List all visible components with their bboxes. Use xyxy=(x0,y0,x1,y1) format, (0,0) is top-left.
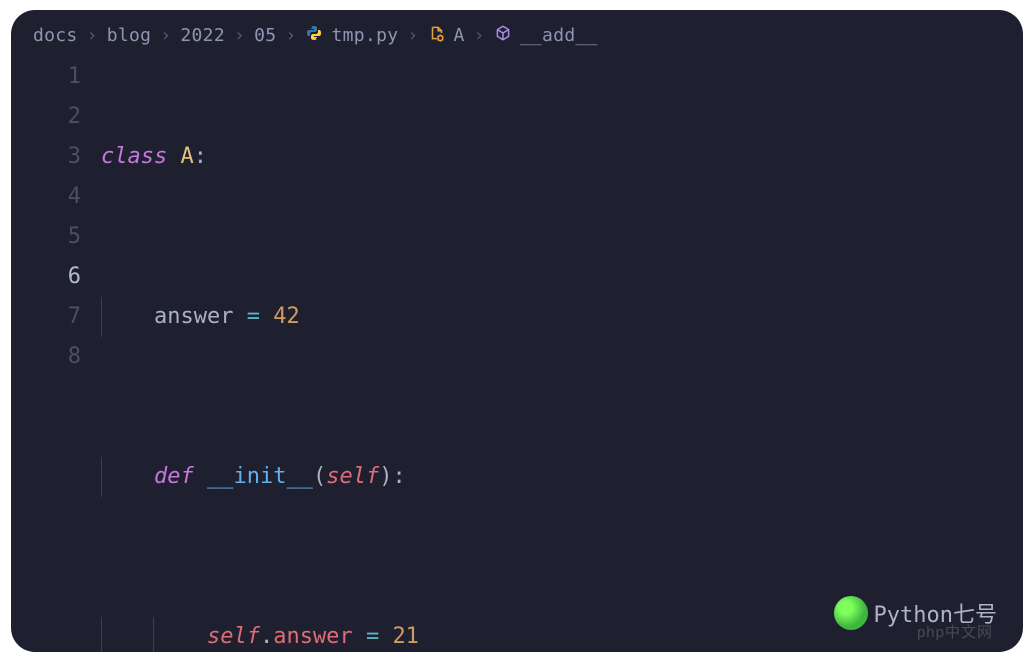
chevron-right-icon: › xyxy=(407,25,418,46)
code-content[interactable]: class A: answer = 42 def __init__(self):… xyxy=(101,57,1023,652)
wechat-icon xyxy=(834,596,868,630)
code-line[interactable]: def __init__(self): xyxy=(101,457,1023,497)
method-symbol-icon xyxy=(494,24,512,47)
code-line[interactable]: class A: xyxy=(101,137,1023,177)
chevron-right-icon: › xyxy=(474,25,485,46)
crumb-method[interactable]: __add__ xyxy=(520,25,598,46)
crumb-file[interactable]: tmp.py xyxy=(332,25,399,46)
crumb-2022[interactable]: 2022 xyxy=(180,25,225,46)
line-number: 2 xyxy=(11,97,81,137)
chevron-right-icon: › xyxy=(285,25,296,46)
chevron-right-icon: › xyxy=(87,25,98,46)
code-line[interactable]: answer = 42 xyxy=(101,297,1023,337)
line-number: 8 xyxy=(11,337,81,377)
crumb-05[interactable]: 05 xyxy=(254,25,276,46)
line-gutter: 1 2 3 4 5 6 7 8 xyxy=(11,57,101,652)
python-file-icon xyxy=(306,25,322,46)
crumb-class[interactable]: A xyxy=(454,25,465,46)
crumb-docs[interactable]: docs xyxy=(33,25,78,46)
line-number: 7 xyxy=(11,297,81,337)
chevron-right-icon: › xyxy=(234,25,245,46)
line-number: 6 xyxy=(11,257,81,297)
chevron-right-icon: › xyxy=(160,25,171,46)
line-number: 5 xyxy=(11,217,81,257)
code-editor[interactable]: 1 2 3 4 5 6 7 8 class A: answer = 42 def… xyxy=(11,55,1023,652)
breadcrumb[interactable]: docs › blog › 2022 › 05 › tmp.py › A › _… xyxy=(11,10,1023,55)
editor-window: docs › blog › 2022 › 05 › tmp.py › A › _… xyxy=(11,10,1023,652)
crumb-blog[interactable]: blog xyxy=(107,25,152,46)
line-number: 3 xyxy=(11,137,81,177)
line-number: 1 xyxy=(11,57,81,97)
class-symbol-icon xyxy=(428,24,446,47)
line-number: 4 xyxy=(11,177,81,217)
phpcn-watermark: php中文网 xyxy=(917,621,993,642)
